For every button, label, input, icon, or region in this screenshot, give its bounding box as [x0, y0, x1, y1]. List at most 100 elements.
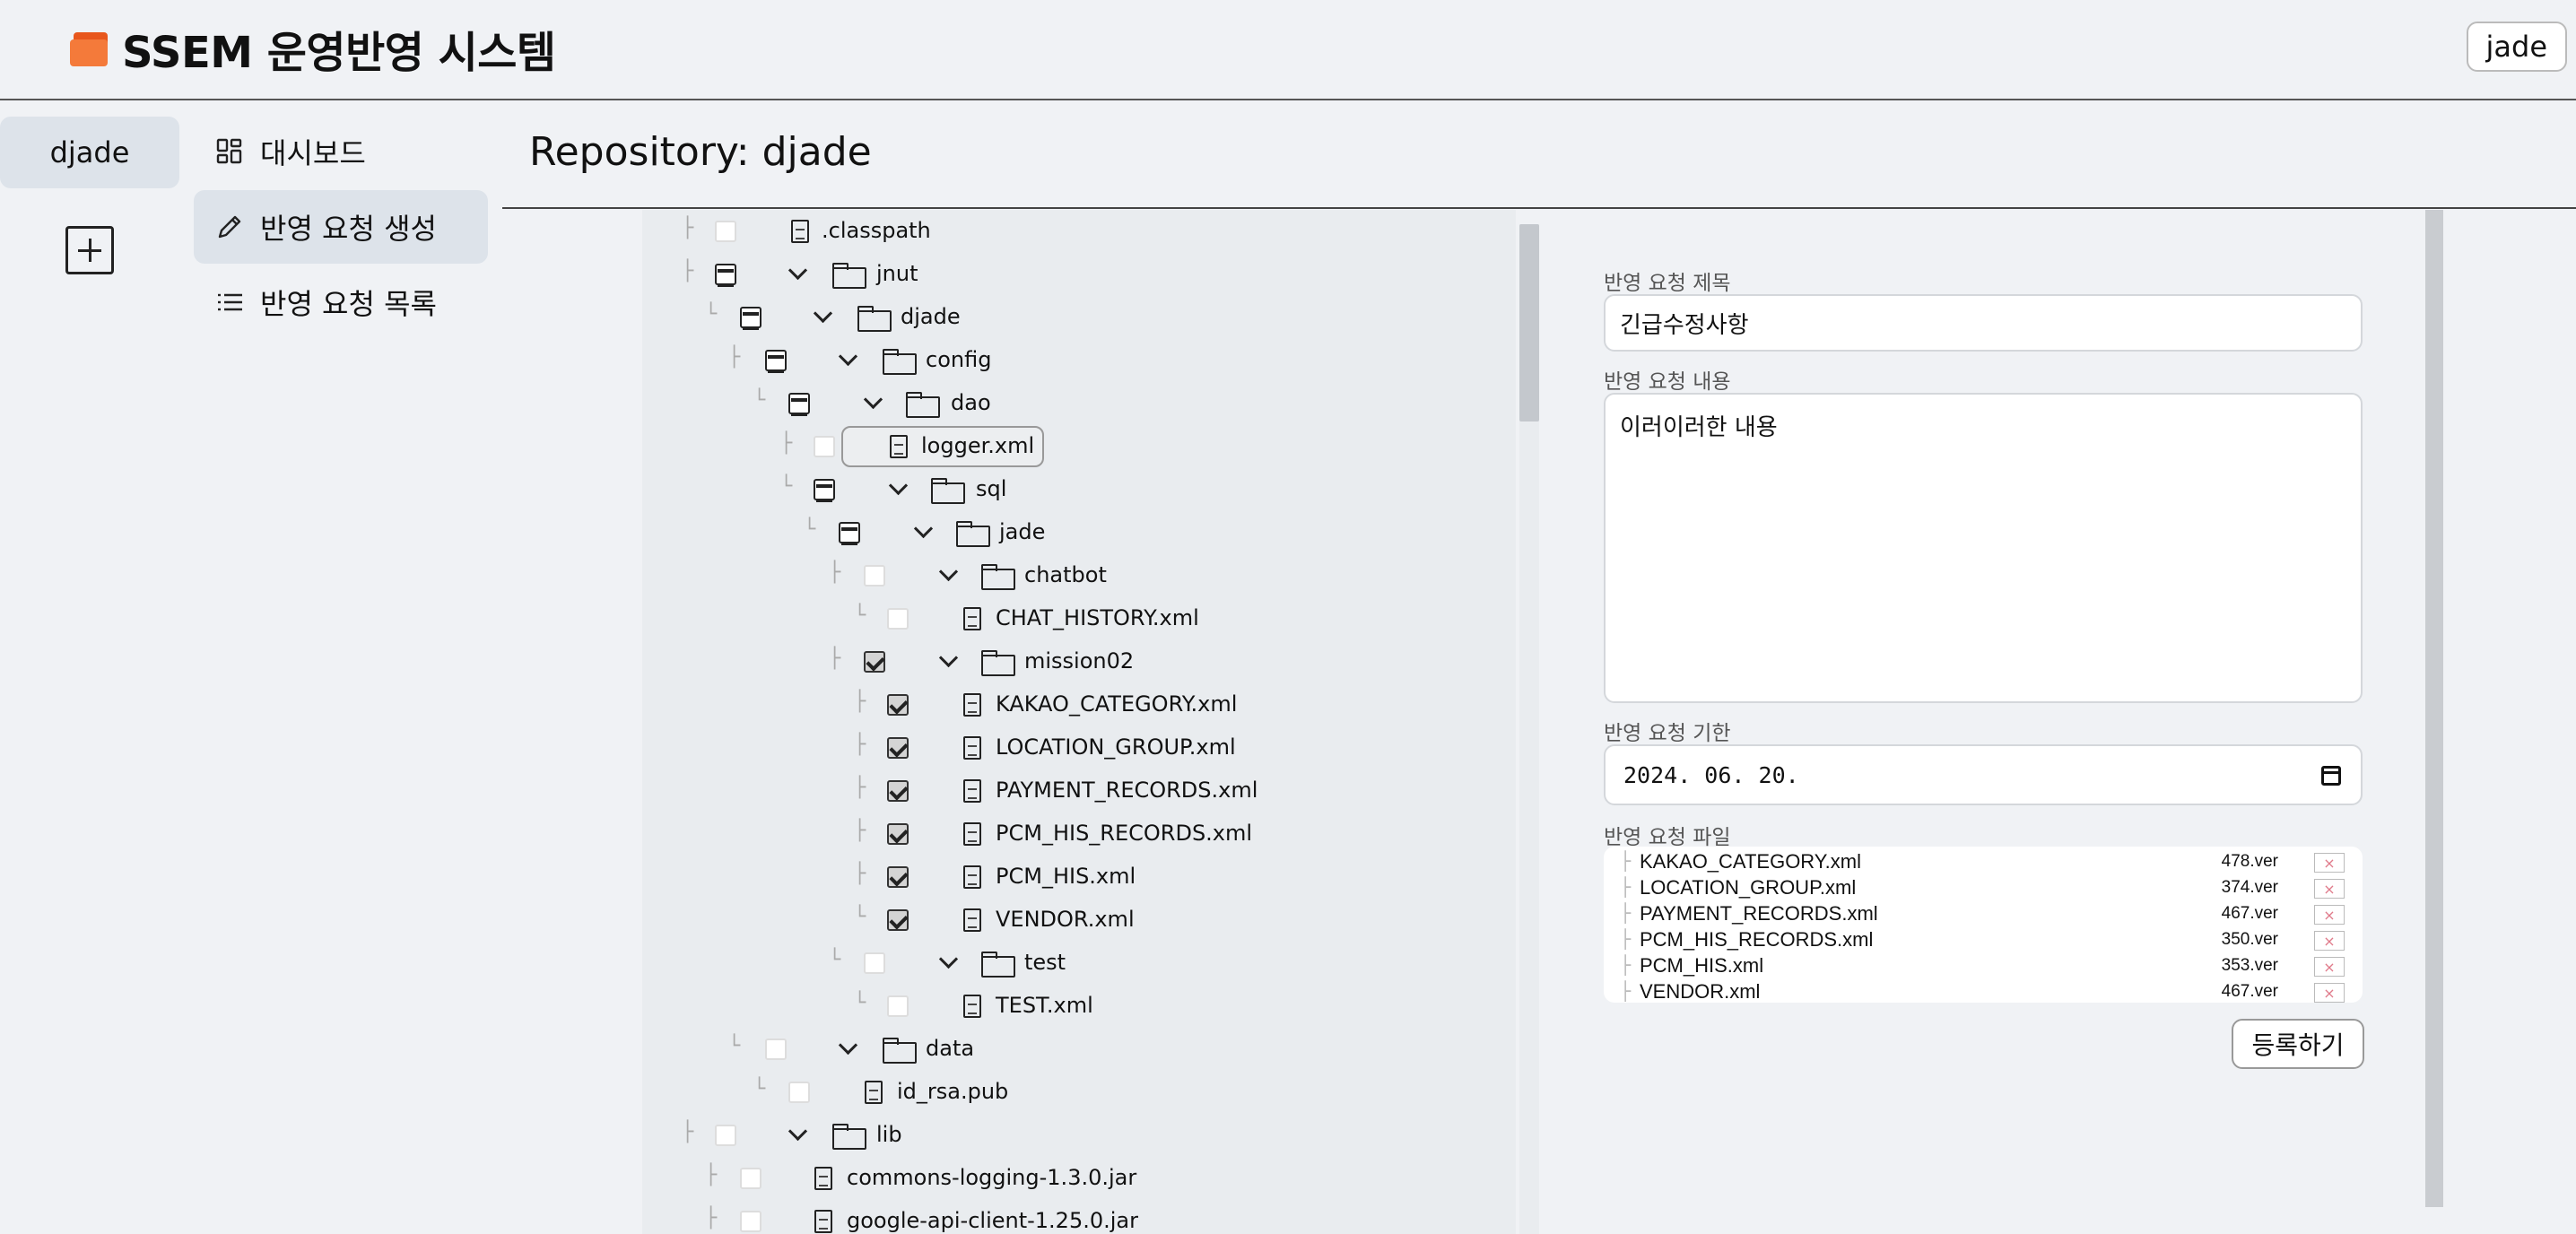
tree-item-label[interactable]: data: [926, 1036, 974, 1061]
tree-item-label[interactable]: PCM_HIS.xml: [996, 864, 1136, 889]
tree-checkbox[interactable]: [887, 737, 909, 759]
nav-item-dashboard[interactable]: 대시보드: [194, 115, 488, 188]
tree-checkbox[interactable]: [765, 1038, 787, 1060]
tree-checkbox[interactable]: [740, 1168, 761, 1189]
tree-checkbox[interactable]: [765, 350, 787, 373]
list-icon: [215, 288, 244, 317]
tree-connector: └: [854, 992, 866, 1014]
request-file-row: ├ PCM_HIS_RECORDS.xml 350.ver ×: [1604, 928, 2363, 953]
tree-connector: └: [753, 389, 766, 412]
tree-item-label[interactable]: KAKAO_CATEGORY.xml: [996, 691, 1237, 717]
chevron-down-icon[interactable]: [913, 522, 933, 542]
chevron-down-icon[interactable]: [888, 479, 908, 499]
request-file-version: 353.ver: [2221, 956, 2278, 975]
tree-checkbox[interactable]: [839, 522, 860, 545]
tree-checkbox[interactable]: [887, 995, 909, 1017]
folder-logo-icon: [70, 32, 109, 66]
tree-checkbox[interactable]: [715, 1125, 736, 1146]
tree-checkbox[interactable]: [864, 651, 885, 673]
tree-item-label[interactable]: sql: [976, 476, 1006, 501]
brand[interactable]: SSEM 운영반영 시스템: [70, 23, 556, 78]
tree-item-label[interactable]: VENDOR.xml: [996, 907, 1135, 932]
request-file-name: VENDOR.xml: [1640, 980, 1761, 1003]
remove-file-button[interactable]: ×: [2314, 983, 2345, 1003]
tree-checkbox[interactable]: [740, 1211, 761, 1232]
chevron-down-icon[interactable]: [813, 307, 832, 326]
chevron-down-icon[interactable]: [838, 1038, 857, 1058]
tree-connector: ├: [854, 691, 866, 713]
tree-checkbox[interactable]: [887, 780, 909, 802]
tree-item-label[interactable]: test: [1024, 950, 1066, 975]
tree-scrollbar-thumb[interactable]: [1519, 224, 1539, 421]
tree-checkbox[interactable]: [788, 1082, 810, 1103]
tree-checkbox[interactable]: [864, 565, 885, 587]
tree-checkbox[interactable]: [715, 264, 736, 287]
repo-item-djade[interactable]: djade: [0, 117, 179, 188]
chevron-down-icon[interactable]: [938, 565, 958, 585]
calendar-icon[interactable]: [2321, 766, 2341, 786]
tree-item-label[interactable]: commons-logging-1.3.0.jar: [847, 1165, 1136, 1190]
tree-item-label[interactable]: PAYMENT_RECORDS.xml: [996, 778, 1258, 803]
tree-checkbox[interactable]: [887, 608, 909, 630]
tree-item-label[interactable]: CHAT_HISTORY.xml: [996, 605, 1199, 630]
tree-connector: ├: [705, 1207, 718, 1230]
tree-item-label[interactable]: .classpath: [822, 218, 931, 243]
tree-connector: ├: [854, 820, 866, 842]
remove-file-button[interactable]: ×: [2314, 905, 2345, 925]
tree-checkbox[interactable]: [740, 307, 761, 330]
tree-checkbox[interactable]: [864, 952, 885, 974]
chevron-down-icon[interactable]: [863, 393, 883, 413]
chevron-down-icon[interactable]: [838, 350, 857, 369]
tree-connector: └: [705, 303, 718, 326]
chevron-down-icon[interactable]: [938, 952, 958, 972]
tree-checkbox[interactable]: [887, 823, 909, 845]
tree-item-label[interactable]: LOCATION_GROUP.xml: [996, 734, 1236, 760]
tree-connector: └: [780, 475, 793, 498]
tree-item-label[interactable]: mission02: [1024, 648, 1134, 673]
tree-item-label[interactable]: jnut: [876, 261, 918, 286]
tree-item-label[interactable]: TEST.xml: [996, 993, 1093, 1018]
chevron-down-icon[interactable]: [938, 651, 958, 671]
tree-item-label[interactable]: jade: [999, 519, 1045, 544]
tree-item-label[interactable]: google-api-client-1.25.0.jar: [847, 1208, 1138, 1233]
request-file-version: 374.ver: [2221, 878, 2278, 897]
user-menu-button[interactable]: jade: [2466, 22, 2567, 72]
tree-checkbox[interactable]: [887, 694, 909, 716]
tree-item-label[interactable]: id_rsa.pub: [897, 1079, 1008, 1104]
tree-item-label[interactable]: dao: [951, 390, 991, 415]
title-input[interactable]: 긴급수정사항: [1604, 294, 2363, 352]
remove-file-button[interactable]: ×: [2314, 931, 2345, 951]
tree-item-label[interactable]: config: [926, 347, 991, 372]
tree-checkbox[interactable]: [788, 393, 810, 416]
chevron-down-icon[interactable]: [788, 1125, 807, 1144]
chevron-down-icon[interactable]: [788, 264, 807, 283]
tree-item-label[interactable]: logger.xml: [921, 433, 1034, 458]
tree-checkbox[interactable]: [814, 436, 835, 457]
content-textarea[interactable]: 이러이러한 내용: [1604, 393, 2363, 703]
request-file-row: ├ LOCATION_GROUP.xml 374.ver ×: [1604, 876, 2363, 901]
due-date-input[interactable]: 2024. 06. 20.: [1604, 744, 2363, 805]
tree-checkbox[interactable]: [887, 909, 909, 931]
tree-checkbox[interactable]: [887, 866, 909, 888]
remove-file-button[interactable]: ×: [2314, 957, 2345, 977]
tree-scrollbar[interactable]: [1519, 224, 1539, 1234]
nav-item-request-list[interactable]: 반영 요청 목록: [194, 265, 488, 339]
folder-icon: [981, 952, 1015, 978]
tree-checkbox[interactable]: [715, 221, 736, 242]
tree-connector: ├: [1620, 928, 1632, 950]
form-scrollbar[interactable]: [2425, 210, 2443, 1207]
file-icon: [865, 1081, 883, 1104]
remove-file-button[interactable]: ×: [2314, 853, 2345, 873]
tree-item-label[interactable]: PCM_HIS_RECORDS.xml: [996, 821, 1252, 846]
tree-checkbox[interactable]: [814, 479, 835, 502]
request-file-version: 467.ver: [2221, 982, 2278, 1001]
add-repo-icon[interactable]: [65, 226, 114, 274]
request-file-list: ├ KAKAO_CATEGORY.xml 478.ver × ├ LOCATION_GRO…: [1604, 847, 2363, 1003]
submit-button[interactable]: 등록하기: [2232, 1019, 2364, 1069]
tree-item-label[interactable]: djade: [901, 304, 961, 329]
remove-file-button[interactable]: ×: [2314, 879, 2345, 899]
side-nav: 대시보드 반영 요청 생성 반영 요청 목록: [179, 102, 500, 1234]
tree-item-label[interactable]: chatbot: [1024, 562, 1107, 587]
tree-item-label[interactable]: lib: [876, 1122, 902, 1147]
nav-item-create-request[interactable]: 반영 요청 생성: [194, 190, 488, 264]
